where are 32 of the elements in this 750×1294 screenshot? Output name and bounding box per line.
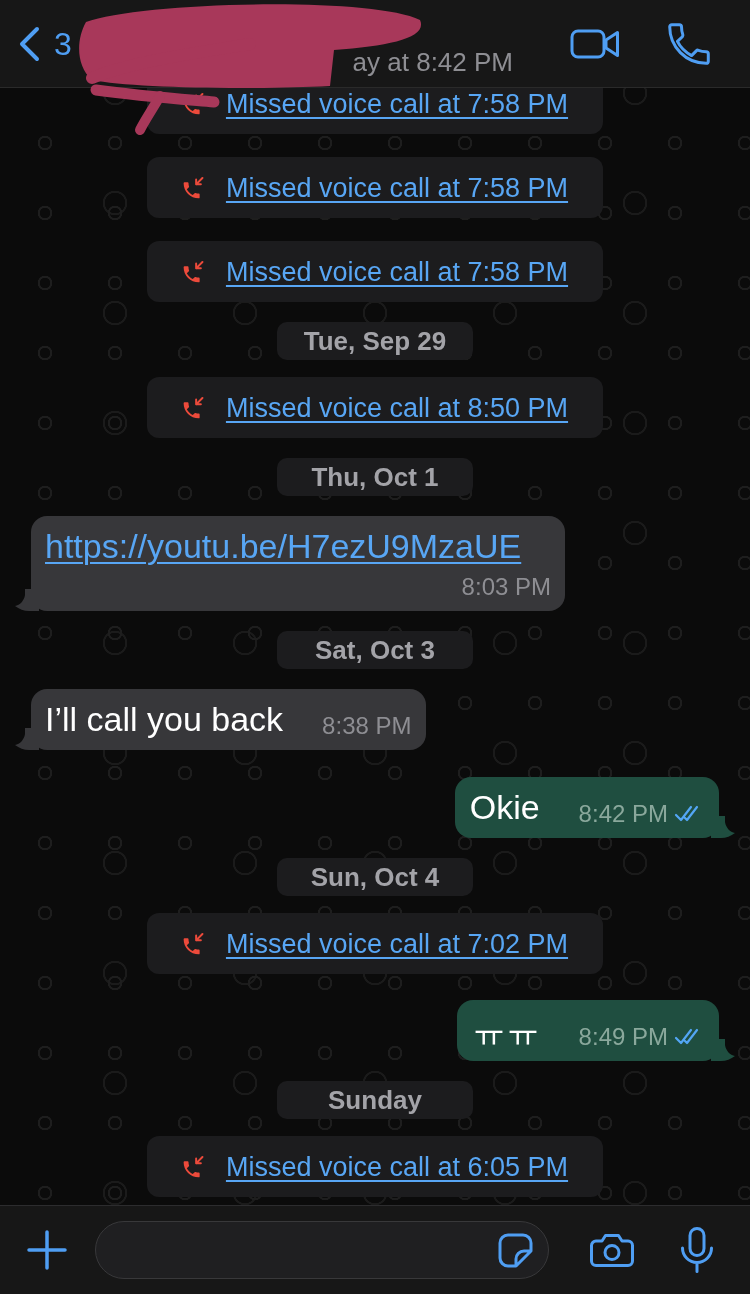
sticker-icon[interactable]: [498, 1232, 533, 1268]
date-chip: Sun, Oct 4: [277, 858, 473, 896]
message-time: 8:03 PM: [461, 574, 551, 600]
microphone-icon[interactable]: [680, 1227, 714, 1273]
missed-call-link[interactable]: Missed voice call at 8:50 PM: [225, 391, 569, 424]
camera-icon[interactable]: [590, 1232, 634, 1268]
last-seen-status: ay at 8:42 PM: [351, 47, 513, 77]
missed-call-icon: [181, 176, 204, 199]
missed-call-link[interactable]: Missed voice call at 7:58 PM: [225, 88, 569, 120]
missed-call-icon: [181, 1155, 204, 1178]
message-text: ㅠㅠ: [471, 1010, 540, 1050]
date-chip: Sat, Oct 3: [277, 631, 473, 669]
message-time: 8:42 PM: [578, 801, 668, 827]
missed-call-link[interactable]: Missed voice call at 6:05 PM: [225, 1150, 569, 1183]
missed-call-link[interactable]: Missed voice call at 7:02 PM: [225, 927, 569, 960]
message-time: 8:38 PM: [322, 713, 412, 739]
missed-call-icon: [181, 396, 204, 419]
missed-call-icon: [181, 260, 204, 283]
missed-call-link[interactable]: Missed voice call at 7:58 PM: [225, 255, 569, 288]
plus-icon[interactable]: [27, 1230, 67, 1270]
message-time: 8:49 PM: [578, 1024, 668, 1050]
date-chip: Tue, Sep 29: [277, 322, 473, 360]
back-button[interactable]: 3: [16, 24, 72, 63]
message-text: Okie: [469, 787, 540, 827]
phone-icon[interactable]: [668, 22, 710, 65]
date-chip: Thu, Oct 1: [277, 458, 473, 496]
message-text: I’ll call you back: [45, 699, 284, 739]
missed-call-link[interactable]: Missed voice call at 7:58 PM: [225, 171, 569, 204]
missed-call-icon: [181, 932, 204, 955]
message-link[interactable]: https://youtu.be/H7ezU9MzaUE: [45, 526, 522, 566]
video-camera-icon[interactable]: [570, 28, 620, 59]
date-chip: Sunday: [277, 1081, 473, 1119]
